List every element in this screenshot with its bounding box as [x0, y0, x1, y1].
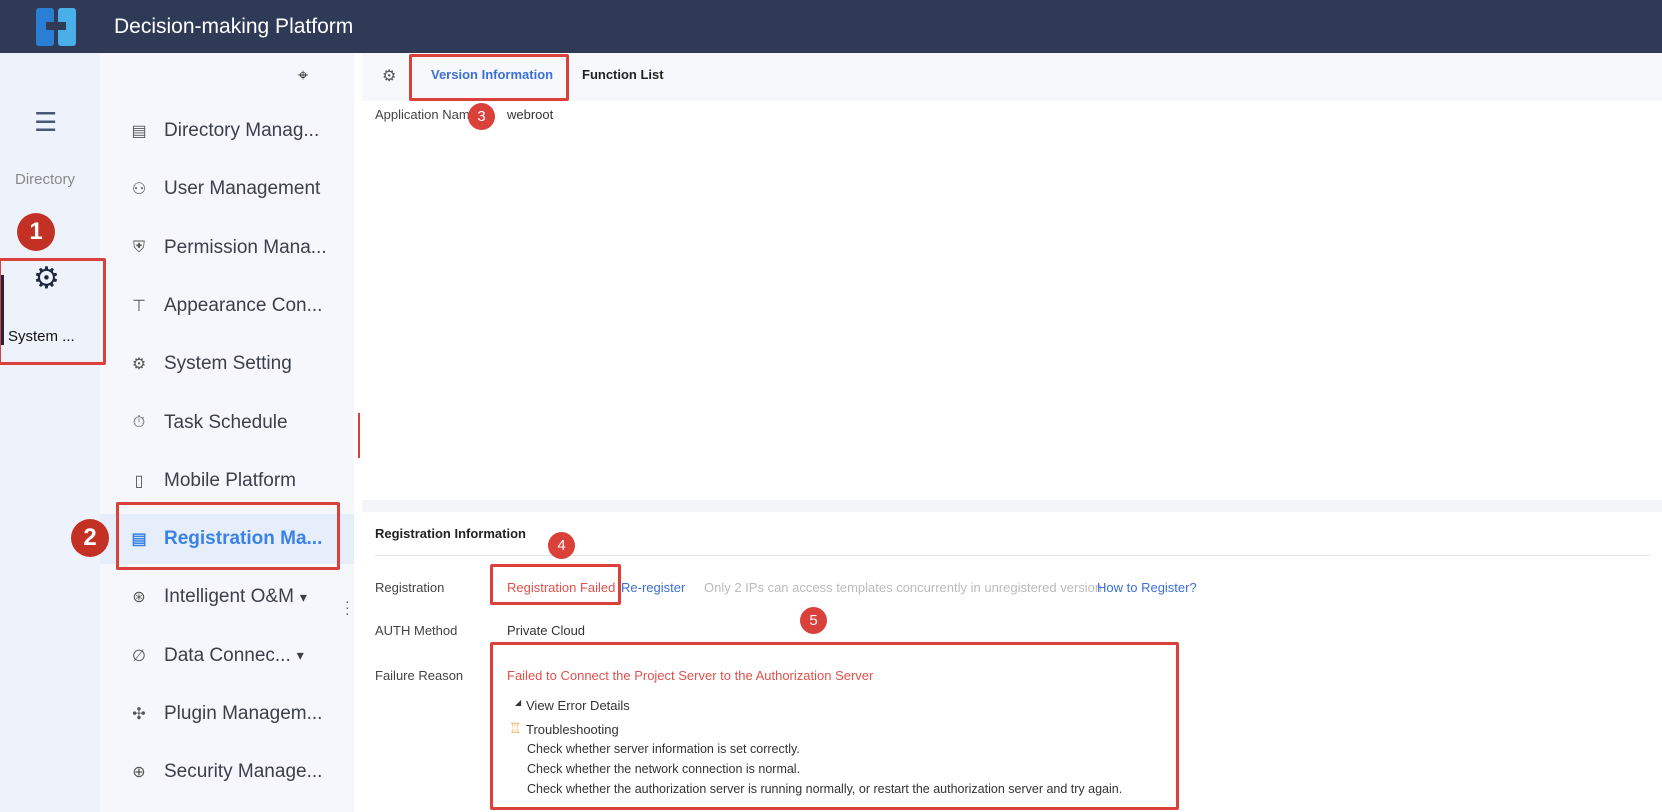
sidebar-item[interactable]: ∅ Data Connec... ▾	[100, 631, 354, 681]
paint-roller-icon: ⊤	[132, 297, 146, 315]
sidebar-item-label: Mobile Platform	[164, 469, 296, 491]
gear-icon: ⚙	[131, 356, 147, 374]
annotation-badge-4: 4	[548, 532, 575, 559]
registration-heading: Registration Information	[375, 526, 526, 541]
shield-key-icon: ⛨	[132, 238, 145, 256]
list-doc-icon: ▤	[131, 123, 147, 140]
unregistered-note: Only 2 IPs can access templates concurre…	[704, 580, 1103, 595]
annotation-box-5	[490, 642, 1179, 810]
sidebar-item-label: Directory Manag...	[164, 120, 320, 141]
annotation-box-3	[409, 54, 569, 101]
sidebar-drag-handle[interactable]: · · ·	[345, 594, 350, 620]
sidebar-item-label: Permission Mana...	[164, 236, 327, 258]
sidebar-item[interactable]: ⊛ Intelligent O&M ▾	[100, 572, 354, 622]
settings-icon[interactable]: ⚙	[382, 66, 396, 86]
app-title: Decision-making Platform	[114, 15, 354, 38]
paperclip-icon: ∅	[132, 647, 146, 665]
user-icon: ⚇	[131, 181, 147, 199]
sidebar-item[interactable]: ⊤ Appearance Con...	[100, 281, 354, 331]
sidebar-item-label: Intelligent O&M	[164, 586, 294, 608]
logo-icon	[36, 8, 76, 46]
top-header: Decision-making Platform	[0, 0, 1662, 53]
sidebar-item-label: Task Schedule	[164, 411, 288, 433]
auth-method-value: Private Cloud	[507, 623, 586, 638]
auth-method-label: AUTH Method	[375, 623, 458, 638]
sidebar-item-label: System Setting	[164, 353, 292, 375]
how-to-register-link[interactable]: How to Register?	[1097, 580, 1197, 595]
annotation-badge-1: 1	[17, 213, 55, 251]
sidebar-item-label: User Management	[164, 178, 321, 200]
chevron-down-icon[interactable]: ▾	[300, 589, 307, 606]
shield-plus-icon: ⊕	[132, 764, 146, 782]
sidebar-item-label: Plugin Managem...	[164, 703, 323, 724]
sidebar-item[interactable]: ⛨ Permission Mana...	[100, 223, 354, 273]
annotation-badge-3: 3	[468, 103, 495, 130]
sidebar-item-label: Appearance Con...	[164, 294, 323, 316]
sidebar-item[interactable]: ⚙ System Setting	[100, 339, 354, 389]
registration-label: Registration	[375, 580, 445, 595]
sidebar-item[interactable]: ⏱ Task Schedule	[100, 398, 354, 448]
directory-list-icon[interactable]: ☰	[34, 107, 57, 138]
chevron-down-icon[interactable]: ▾	[297, 647, 304, 664]
reregister-link[interactable]: Re-register	[621, 580, 685, 595]
rail-directory[interactable]: Directory	[15, 171, 75, 188]
annotation-box-2	[116, 502, 340, 570]
unpin-icon[interactable]: ⌖	[298, 65, 308, 86]
annotation-badge-5: 5	[800, 607, 827, 634]
failure-reason-label: Failure Reason	[375, 668, 464, 683]
annotation-badge-2: 2	[71, 519, 109, 557]
sidebar-item[interactable]: ⚇ User Management	[100, 164, 354, 214]
puzzle-icon: ✣	[132, 706, 146, 723]
section-divider	[362, 500, 1662, 512]
annotation-box-1	[0, 258, 106, 365]
sidebar-item[interactable]: ⊕ Security Manage...	[100, 747, 354, 797]
nav-rail: ☰ Directory ⚙ System ...	[0, 53, 100, 812]
stopwatch-icon: ⏱	[132, 413, 146, 431]
application-name-label: Application Nam	[375, 107, 470, 122]
om-icon: ⊛	[132, 589, 146, 607]
application-name-value: webroot	[507, 107, 554, 122]
sidebar-item[interactable]: ▯ Mobile Platform	[100, 456, 354, 506]
sidebar-item-label: Security Manage...	[164, 761, 323, 783]
mobile-icon: ▯	[134, 472, 144, 490]
sidebar-item[interactable]: ✣ Plugin Managem...	[100, 689, 354, 739]
panel-resize-handle[interactable]	[358, 413, 361, 458]
annotation-box-4	[490, 564, 621, 605]
sidebar-item-label: Data Connec...	[164, 644, 291, 666]
tab-function-list[interactable]: Function List	[582, 67, 664, 82]
sidebar-item[interactable]: ▤ Directory Manag...	[100, 106, 354, 156]
